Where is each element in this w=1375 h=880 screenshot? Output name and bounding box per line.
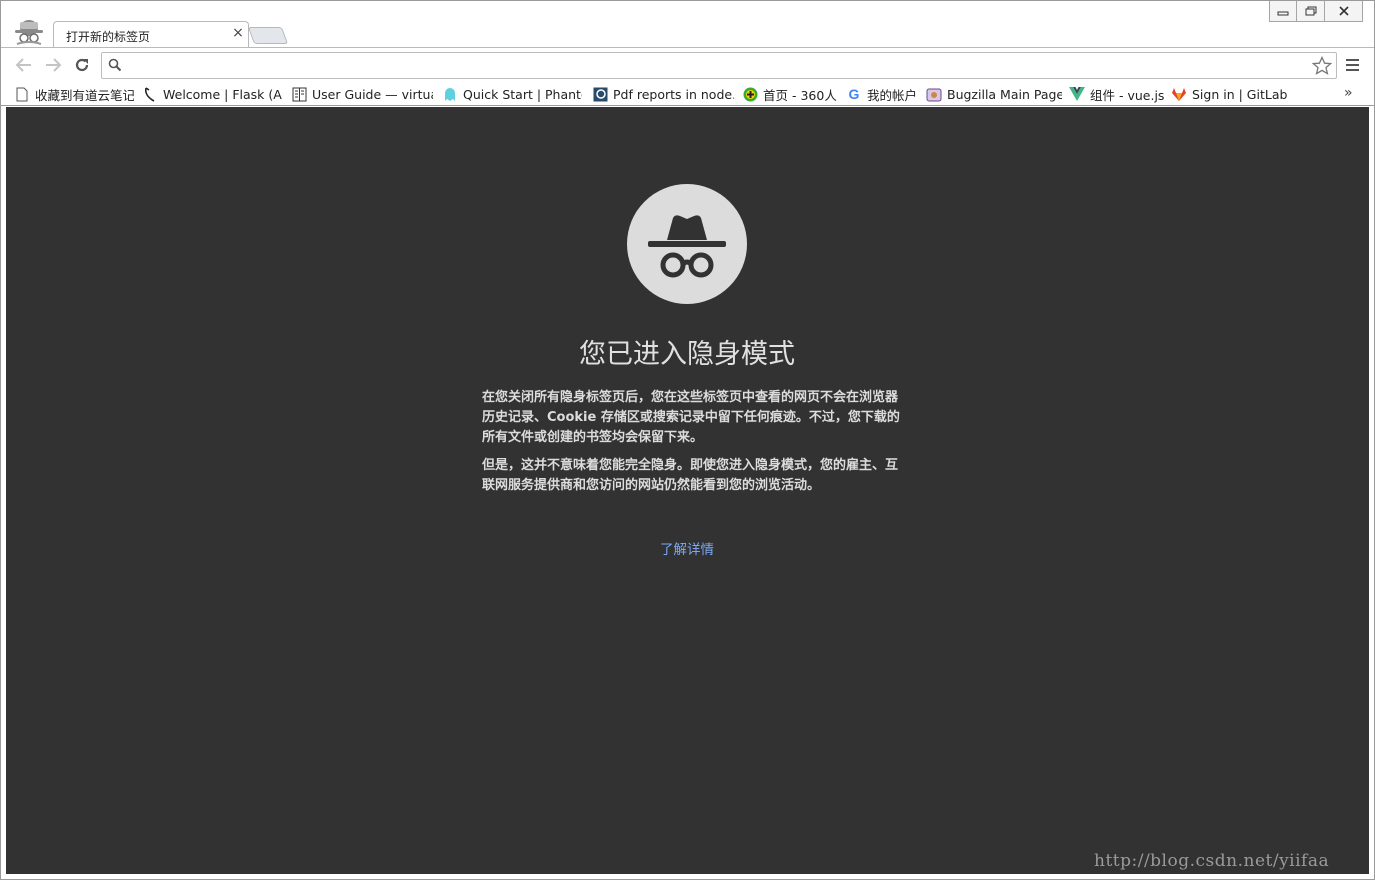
- bookmark-google-account[interactable]: G 我的帐户: [846, 84, 922, 104]
- bookmark-label: Bugzilla Main Page: [947, 86, 1062, 102]
- learn-more-link[interactable]: 了解详情: [627, 538, 747, 558]
- bookmark-label: Welcome | Flask (A: [163, 86, 282, 102]
- restore-icon: [1305, 6, 1316, 16]
- page-title: 您已进入隐身模式: [579, 339, 795, 370]
- google-icon: G: [848, 86, 860, 102]
- tab-strip: 打开新的标签页 ×: [1, 1, 1374, 48]
- bookmark-phantomjs[interactable]: Quick Start | Phanto: [442, 84, 582, 104]
- menu-button[interactable]: [1341, 54, 1363, 76]
- bookmark-label: Quick Start | Phanto: [463, 86, 582, 102]
- bookmark-vue[interactable]: 组件 - vue.js: [1069, 84, 1165, 104]
- ghost-icon: [442, 86, 458, 102]
- watermark-text: http://blog.csdn.net/yiifaa: [1094, 851, 1330, 871]
- new-tab-button[interactable]: [247, 27, 289, 44]
- incognito-page: 您已进入隐身模式 在您关闭所有隐身标签页后，您在这些标签页中查看的网页不会在浏览…: [6, 107, 1369, 874]
- restore-button[interactable]: [1297, 1, 1325, 22]
- page-icon: [14, 86, 30, 102]
- bookmarks-overflow-button[interactable]: »: [1344, 85, 1353, 101]
- bookmark-360[interactable]: 首页 - 360人: [742, 84, 838, 104]
- bookmark-label: 组件 - vue.js: [1090, 87, 1165, 103]
- window-controls: [1269, 1, 1363, 22]
- plus-icon: [742, 86, 758, 102]
- incognito-warning: 但是，这并不意味着您能完全隐身。即使您进入隐身模式，您的雇主、互联网服务提供商和…: [482, 458, 899, 493]
- bookmark-label: 我的帐户: [867, 87, 918, 103]
- forward-button[interactable]: [40, 52, 66, 78]
- tab-close-icon[interactable]: ×: [230, 25, 246, 41]
- gitlab-icon: [1171, 86, 1187, 102]
- bookmark-gitlab[interactable]: Sign in | GitLab: [1171, 84, 1287, 104]
- bookmark-label: User Guide — virtua: [312, 86, 433, 102]
- browser-window: 打开新的标签页 × 收藏到有道云笔记 Welcome | Flask (A Us…: [0, 0, 1375, 880]
- toolbar: [1, 47, 1374, 81]
- close-window-button[interactable]: [1325, 1, 1363, 22]
- search-icon: [108, 58, 122, 72]
- address-bar[interactable]: [101, 52, 1337, 79]
- bookmark-star-icon[interactable]: [1312, 56, 1332, 76]
- bookmark-youdao[interactable]: 收藏到有道云笔记: [14, 84, 134, 104]
- reload-button[interactable]: [69, 52, 95, 78]
- close-icon: [1338, 6, 1349, 16]
- bookmark-flask[interactable]: Welcome | Flask (A: [142, 84, 282, 104]
- bookmark-label: 首页 - 360人: [763, 87, 837, 103]
- incognito-spy-icon: [648, 215, 726, 278]
- incognito-hero: [627, 184, 747, 304]
- minimize-icon: [1277, 11, 1289, 16]
- bookmark-pdf-reports[interactable]: Pdf reports in node.j: [592, 84, 734, 104]
- pdf-icon: [592, 86, 608, 102]
- tab-title: 打开新的标签页: [66, 30, 151, 44]
- menu-bar-icon: [1345, 59, 1359, 61]
- vue-icon: [1069, 86, 1085, 102]
- bookmark-bugzilla[interactable]: Bugzilla Main Page: [926, 84, 1062, 104]
- bookmark-label: Pdf reports in node.j: [613, 86, 734, 102]
- back-button[interactable]: [11, 52, 37, 78]
- reload-icon: [75, 58, 89, 72]
- forward-arrow-icon: [46, 58, 62, 72]
- back-arrow-icon: [15, 58, 31, 72]
- minimize-button[interactable]: [1269, 1, 1297, 22]
- bookmark-virtualenv[interactable]: User Guide — virtua: [291, 84, 433, 104]
- bookmark-label: 收藏到有道云笔记: [35, 87, 134, 103]
- menu-bar-icon: [1345, 69, 1359, 71]
- book-icon: [291, 86, 307, 102]
- tab-new-tab[interactable]: 打开新的标签页 ×: [53, 21, 249, 48]
- bookmark-label: Sign in | GitLab: [1192, 86, 1287, 102]
- menu-bar-icon: [1345, 64, 1359, 66]
- bookmarks-bar: 收藏到有道云笔记 Welcome | Flask (A User Guide —…: [1, 81, 1374, 106]
- bug-icon: [926, 86, 942, 102]
- incognito-logo-icon: [15, 20, 43, 45]
- flask-icon: [142, 86, 158, 102]
- incognito-description: 在您关闭所有隐身标签页后，您在这些标签页中查看的网页不会在浏览器历史记录、Coo…: [482, 390, 900, 445]
- address-input[interactable]: [128, 55, 1308, 76]
